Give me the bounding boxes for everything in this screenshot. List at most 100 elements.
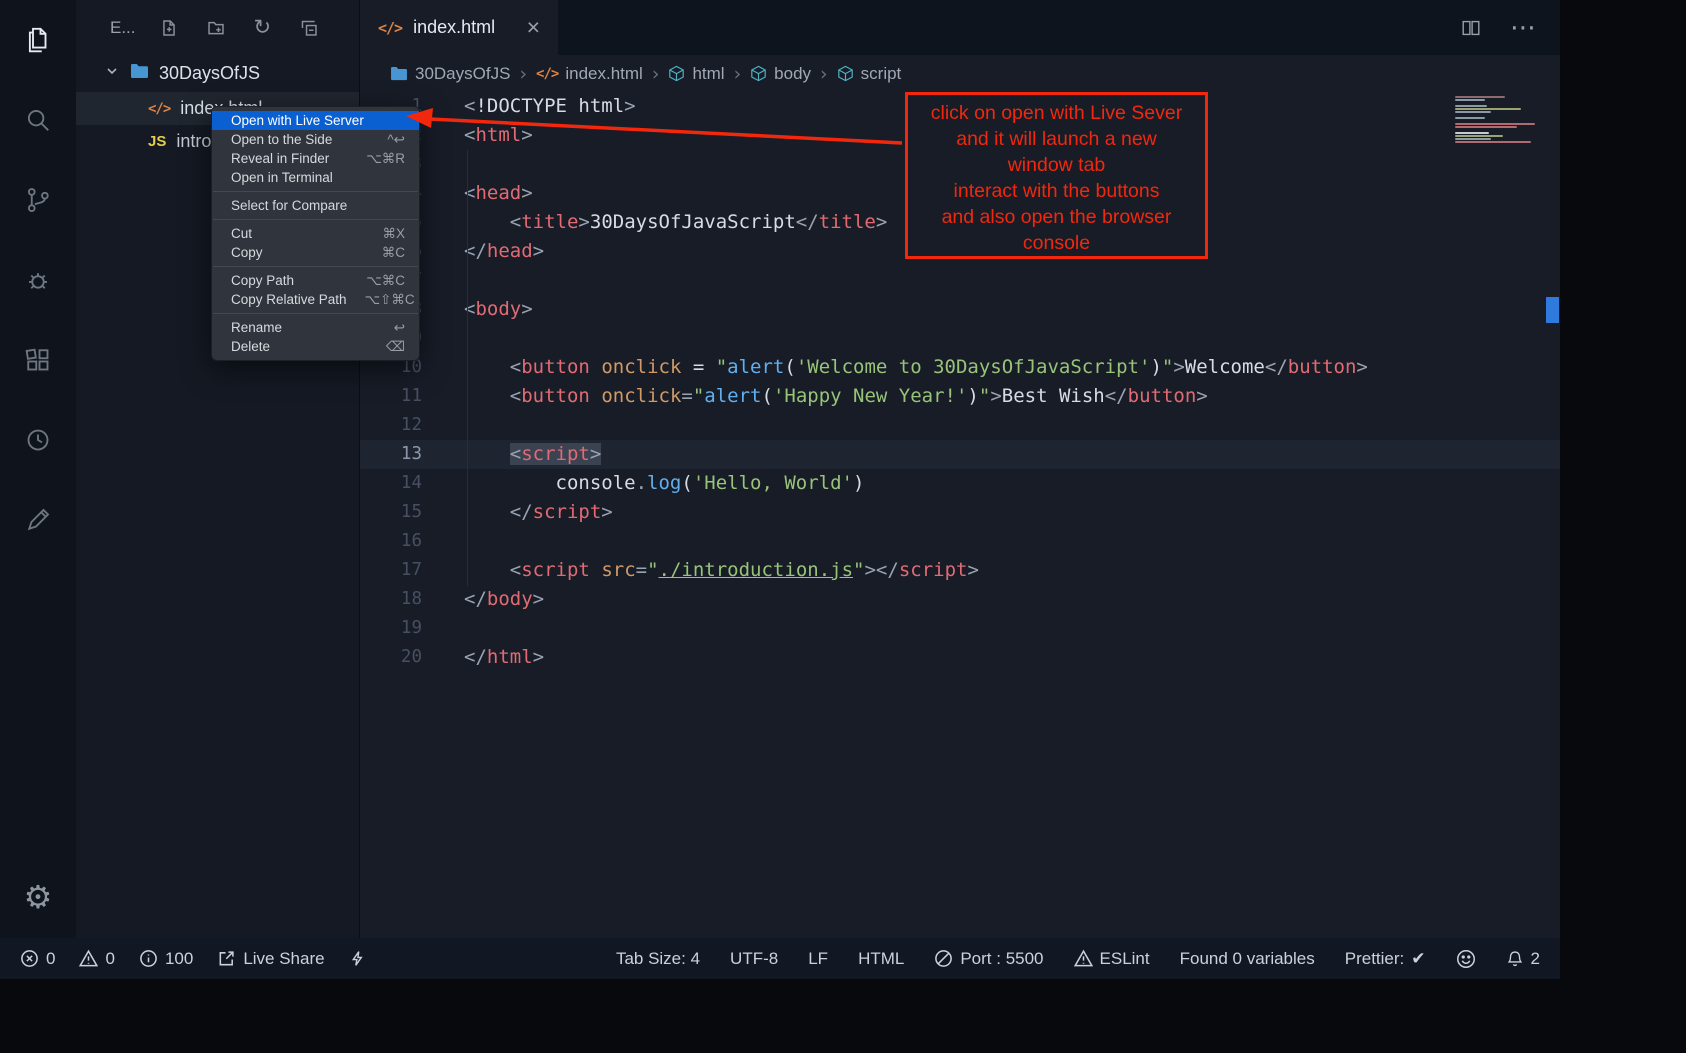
code-line-19[interactable]: 19 (360, 614, 1560, 643)
code-line-10[interactable]: 10 <button onclick = "alert('Welcome to … (360, 353, 1560, 382)
collapse-all-icon[interactable] (300, 19, 318, 37)
extensions-icon (23, 345, 53, 375)
menu-item-open-to-the-side[interactable]: Open to the Side^↩ (212, 130, 419, 149)
folder-row-30daysofjs[interactable]: 30DaysOfJS (76, 55, 359, 92)
breadcrumb-item-html[interactable]: html (668, 64, 724, 84)
breadcrumb-item-script[interactable]: script (837, 64, 902, 84)
status-problems-info[interactable]: 100 (139, 949, 193, 969)
minimap-line (1455, 123, 1535, 125)
status-label: 0 (46, 949, 55, 969)
status-port[interactable]: Port : 5500 (934, 949, 1043, 969)
status-left: 0 0 100 Live Share (20, 949, 366, 969)
activity-search-button[interactable] (0, 80, 76, 160)
line-number: 17 (360, 556, 422, 585)
line-number: 12 (360, 411, 422, 440)
code-line-15[interactable]: 15 </script> (360, 498, 1560, 527)
status-variables[interactable]: Found 0 variables (1180, 949, 1315, 969)
line-content: </script> (422, 498, 613, 527)
split-editor-icon[interactable] (1460, 17, 1482, 39)
info-icon (139, 949, 158, 968)
activity-pen-button[interactable] (0, 480, 76, 560)
menu-item-label: Cut (231, 226, 364, 241)
code-line-9[interactable]: 9 (360, 324, 1560, 353)
status-problems-errors[interactable]: 0 (20, 949, 55, 969)
line-content: <script> (422, 440, 601, 469)
status-feedback[interactable] (1456, 949, 1476, 969)
annotation-line: click on open with Live Sever (908, 100, 1205, 126)
menu-item-delete[interactable]: Delete⌫ (212, 337, 419, 356)
line-content: <script src="./introduction.js"></script… (422, 556, 979, 585)
tab-title: index.html (413, 17, 495, 38)
status-eol[interactable]: LF (808, 949, 828, 969)
annotation-line: and also open the browser (908, 204, 1205, 230)
activity-explorer-button[interactable] (0, 0, 76, 80)
editor-actions: ⋯ (1460, 0, 1560, 55)
breadcrumb-item-body[interactable]: body (750, 64, 811, 84)
line-content: </html> (422, 643, 544, 672)
refresh-icon[interactable]: ↻ (254, 17, 272, 38)
breadcrumb-item-30daysofjs[interactable]: 30DaysOfJS (390, 64, 510, 84)
menu-item-open-in-terminal[interactable]: Open in Terminal (212, 168, 419, 187)
bell-icon (1506, 950, 1524, 968)
status-notifications[interactable]: 2 (1506, 949, 1540, 969)
line-number: 15 (360, 498, 422, 527)
menu-item-select-for-compare[interactable]: Select for Compare (212, 196, 419, 215)
code-line-11[interactable]: 11 <button onclick="alert('Happy New Yea… (360, 382, 1560, 411)
menu-item-copy-relative-path[interactable]: Copy Relative Path⌥⇧⌘C (212, 290, 419, 309)
activity-source-control-button[interactable] (0, 160, 76, 240)
code-line-8[interactable]: 8<body> (360, 295, 1560, 324)
new-file-icon[interactable] (160, 19, 178, 37)
status-live-share[interactable]: Live Share (217, 949, 324, 969)
code-line-7[interactable]: 7 (360, 266, 1560, 295)
line-number: 16 (360, 527, 422, 556)
status-encoding[interactable]: UTF-8 (730, 949, 778, 969)
cube-icon (750, 65, 767, 82)
code-line-20[interactable]: 20</html> (360, 643, 1560, 672)
minimap[interactable] (1455, 96, 1540, 146)
code-line-14[interactable]: 14 console.log('Hello, World') (360, 469, 1560, 498)
status-eslint[interactable]: ESLint (1074, 949, 1150, 969)
close-icon[interactable]: × (527, 16, 540, 39)
more-actions-icon[interactable]: ⋯ (1510, 15, 1536, 41)
menu-item-copy[interactable]: Copy⌘C (212, 243, 419, 262)
breadcrumb-separator: › (734, 63, 742, 85)
breadcrumb-separator: › (652, 63, 660, 85)
activity-run-debug-button[interactable] (0, 240, 76, 320)
status-language-mode[interactable]: HTML (858, 949, 904, 969)
tab-index-html[interactable]: </> index.html × (360, 0, 558, 55)
line-content: console.log('Hello, World') (422, 469, 864, 498)
tab-bar: </> index.html × ⋯ (360, 0, 1560, 55)
status-bolt[interactable] (349, 950, 366, 967)
menu-item-open-with-live-server[interactable]: Open with Live Server (212, 111, 419, 130)
menu-item-shortcut: ⌘X (382, 226, 405, 242)
menu-item-copy-path[interactable]: Copy Path⌥⌘C (212, 271, 419, 290)
code-line-17[interactable]: 17 <script src="./introduction.js"></scr… (360, 556, 1560, 585)
menu-item-reveal-in-finder[interactable]: Reveal in Finder⌥⌘R (212, 149, 419, 168)
code-line-18[interactable]: 18</body> (360, 585, 1560, 614)
new-folder-icon[interactable] (207, 19, 225, 37)
code-line-12[interactable]: 12 (360, 411, 1560, 440)
status-problems-warnings[interactable]: 0 (79, 949, 114, 969)
breadcrumb-item-index-html[interactable]: </>index.html (536, 64, 643, 84)
menu-item-label: Copy (231, 245, 364, 260)
line-content (422, 527, 464, 556)
status-tab-size[interactable]: Tab Size: 4 (616, 949, 700, 969)
settings-button[interactable]: ⚙ (0, 874, 76, 920)
menu-item-cut[interactable]: Cut ⌘X (212, 224, 419, 243)
activity-bar: ⚙ (0, 0, 76, 938)
live-share-icon (217, 949, 236, 968)
overview-ruler-marker (1546, 297, 1559, 323)
minimap-line (1455, 108, 1521, 110)
menu-separator (213, 266, 418, 267)
code-line-13[interactable]: 13 <script> (360, 440, 1560, 469)
breadcrumb-separator: › (820, 63, 828, 85)
menu-item-rename[interactable]: Rename↩ (212, 318, 419, 337)
status-label: LF (808, 949, 828, 969)
status-prettier[interactable]: Prettier:✔ (1345, 949, 1426, 969)
activity-extensions-button[interactable] (0, 320, 76, 400)
menu-separator (213, 313, 418, 314)
debug-bug-icon (23, 265, 53, 295)
pen-icon (23, 505, 53, 535)
activity-history-button[interactable] (0, 400, 76, 480)
code-line-16[interactable]: 16 (360, 527, 1560, 556)
